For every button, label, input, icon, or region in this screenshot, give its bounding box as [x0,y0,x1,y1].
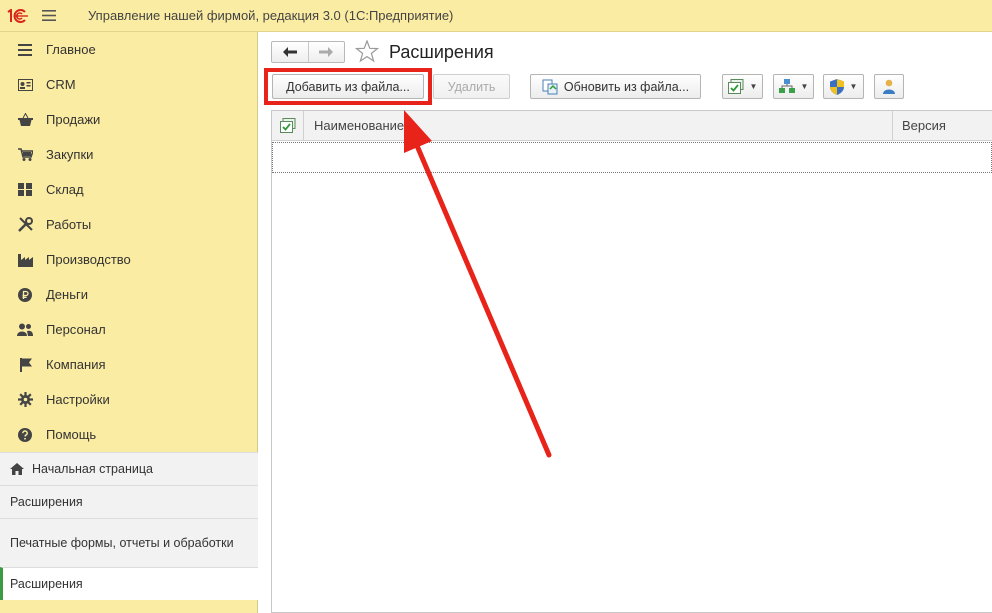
user-button[interactable] [874,74,904,99]
arrow-left-icon [282,47,297,57]
open-page-home[interactable]: Начальная страница [0,452,258,485]
checklist-icon [279,118,295,133]
open-page-label: Расширения [10,577,83,591]
security-options-dropdown[interactable]: ▼ [823,74,864,99]
sidebar-item-label: Компания [46,357,106,372]
sidebar-item-label: Закупки [46,147,94,162]
active-column-header[interactable] [272,111,304,140]
open-page-item[interactable]: Расширения [0,485,258,518]
hamburger-menu-icon[interactable] [36,0,62,32]
warehouse-grid-icon [17,182,33,198]
checklist-icon [727,79,744,94]
update-file-icon [542,79,558,95]
sidebar-item-money[interactable]: Деньги [0,277,257,312]
home-icon [10,463,24,475]
open-page-item-active[interactable]: Расширения [0,567,258,600]
chevron-down-icon: ▼ [849,82,858,91]
gear-icon [17,392,33,408]
sidebar-item-label: Настройки [46,392,110,407]
sidebar-item-label: Главное [46,42,96,57]
sidebar-item-works[interactable]: Работы [0,207,257,242]
favorite-star-icon[interactable] [354,39,380,66]
column-header-version[interactable]: Версия [893,111,992,140]
sidebar-item-personnel[interactable]: Персонал [0,312,257,347]
sidebar-item-settings[interactable]: Настройки [0,382,257,417]
sidebar-item-sales[interactable]: Продажи [0,102,257,137]
sidebar-item-label: Работы [46,217,92,232]
page-title: Расширения [389,42,494,62]
help-icon [17,427,33,443]
arrow-right-icon [319,47,334,57]
menu-lines-icon [17,42,33,58]
open-page-home-label: Начальная страница [32,462,153,476]
sidebar-item-company[interactable]: Компания [0,347,257,382]
structure-options-dropdown[interactable]: ▼ [773,74,814,99]
sidebar-item-label: Склад [46,182,84,197]
people-icon [17,322,33,338]
open-page-item[interactable]: Печатные формы, отчеты и обработки [0,518,258,567]
history-nav [271,41,345,63]
app-logo-icon [0,0,36,32]
forward-button[interactable] [307,42,345,62]
highlight-frame [264,68,432,105]
table-header: Наименование Версия [272,111,992,141]
sidebar-item-purchases[interactable]: Закупки [0,137,257,172]
flag-icon [17,357,33,373]
app-title: Управление нашей фирмой, редакция 3.0 (1… [88,8,454,23]
sidebar-item-warehouse[interactable]: Склад [0,172,257,207]
sidebar-item-label: Деньги [46,287,88,302]
title-bar: Управление нашей фирмой, редакция 3.0 (1… [0,0,992,32]
sidebar-item-label: CRM [46,77,76,92]
basket-icon [17,112,33,128]
sidebar: Главное CRM Продажи Закупки Склад Работы… [0,32,258,613]
sidebar-item-label: Продажи [46,112,101,127]
chevron-down-icon: ▼ [800,82,809,91]
structure-icon [778,79,795,93]
factory-icon [17,252,33,268]
sidebar-item-production[interactable]: Производство [0,242,257,277]
back-button[interactable] [272,42,308,62]
tools-icon [17,217,33,233]
open-page-label: Печатные формы, отчеты и обработки [10,536,234,550]
table-row[interactable] [272,142,992,173]
cart-icon [17,147,33,163]
sidebar-item-help[interactable]: Помощь [0,417,257,452]
sidebar-item-label: Производство [46,252,131,267]
user-icon [883,79,895,94]
open-pages-list: Начальная страница Расширения Печатные ф… [0,452,258,600]
shield-icon [829,78,844,95]
sidebar-item-main[interactable]: Главное [0,32,257,67]
ruble-icon [17,287,33,303]
update-from-file-button[interactable]: Обновить из файла... [530,74,701,99]
sidebar-item-crm[interactable]: CRM [0,67,257,102]
delete-label: Удалить [447,79,496,94]
delete-button[interactable]: Удалить [433,74,510,99]
main-content: Расширения Добавить из файла... Удалить … [259,32,992,613]
open-page-label: Расширения [10,495,83,509]
contact-card-icon [17,77,33,93]
chevron-down-icon: ▼ [749,82,758,91]
update-from-file-label: Обновить из файла... [563,79,690,94]
sidebar-item-label: Персонал [46,322,106,337]
column-header-name[interactable]: Наименование [304,111,893,140]
extensions-table: Наименование Версия [271,110,992,613]
check-options-dropdown[interactable]: ▼ [722,74,763,99]
sidebar-item-label: Помощь [46,427,97,442]
